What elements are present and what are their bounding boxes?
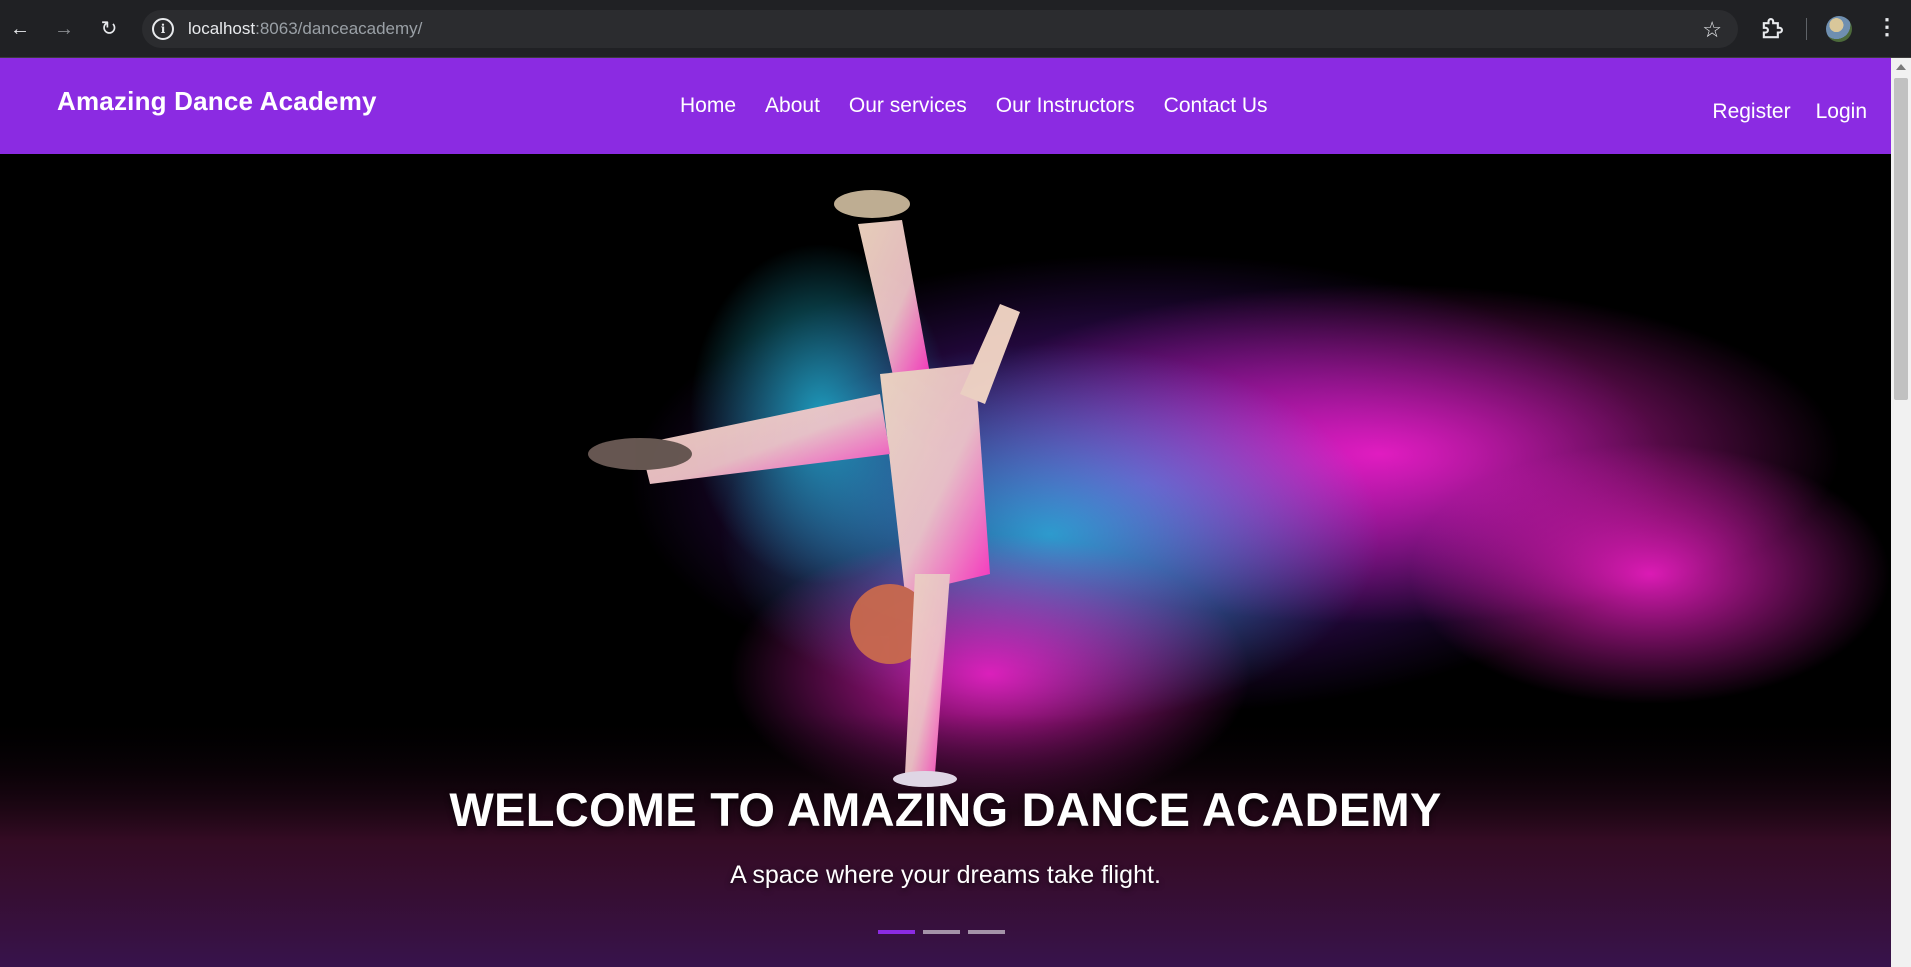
extensions-icon[interactable] bbox=[1758, 15, 1786, 43]
hero-carousel: WELCOME TO AMAZING DANCE ACADEMY A space… bbox=[0, 154, 1891, 967]
scroll-up-arrow-icon[interactable] bbox=[1896, 64, 1906, 70]
scrollbar-thumb[interactable] bbox=[1894, 78, 1908, 400]
auth-navigation: Register Login bbox=[1712, 100, 1867, 124]
register-link[interactable]: Register bbox=[1712, 100, 1790, 124]
nav-about-link[interactable]: About bbox=[765, 94, 820, 118]
url-path: :8063/danceacademy/ bbox=[255, 19, 423, 38]
bookmark-star-icon[interactable]: ☆ bbox=[1702, 17, 1722, 43]
brand-logo-text[interactable]: Amazing Dance Academy bbox=[57, 86, 377, 117]
hero-title: WELCOME TO AMAZING DANCE ACADEMY bbox=[449, 783, 1442, 836]
address-bar[interactable]: i localhost:8063/danceacademy/ ☆ bbox=[142, 10, 1738, 48]
page-scrollbar[interactable] bbox=[1891, 58, 1911, 967]
hero-dancer-image bbox=[0, 154, 1891, 967]
back-arrow-icon[interactable]: ← bbox=[4, 13, 36, 45]
nav-home-link[interactable]: Home bbox=[680, 94, 736, 118]
site-header: Amazing Dance Academy Home About Our ser… bbox=[0, 58, 1891, 154]
carousel-indicator-2[interactable] bbox=[923, 930, 960, 934]
carousel-indicator-1[interactable] bbox=[878, 930, 915, 934]
profile-avatar[interactable] bbox=[1826, 16, 1852, 42]
nav-services-link[interactable]: Our services bbox=[849, 94, 967, 118]
url-text[interactable]: localhost:8063/danceacademy/ bbox=[188, 19, 422, 39]
url-host: localhost bbox=[188, 19, 256, 38]
login-link[interactable]: Login bbox=[1816, 100, 1867, 124]
forward-arrow-icon[interactable]: → bbox=[48, 13, 80, 45]
main-navigation: Home About Our services Our Instructors … bbox=[680, 94, 1268, 118]
carousel-indicator-3[interactable] bbox=[968, 930, 1005, 934]
site-info-icon[interactable]: i bbox=[152, 18, 174, 40]
hero-subtitle: A space where your dreams take flight. bbox=[730, 861, 1161, 889]
nav-instructors-link[interactable]: Our Instructors bbox=[996, 94, 1135, 118]
carousel-indicators bbox=[878, 930, 1005, 934]
reload-icon[interactable]: ↻ bbox=[93, 13, 125, 45]
nav-contact-link[interactable]: Contact Us bbox=[1164, 94, 1268, 118]
toolbar-divider bbox=[1806, 18, 1807, 40]
browser-toolbar: ← → ↻ i localhost:8063/danceacademy/ ☆ ⋮ bbox=[0, 0, 1911, 58]
browser-menu-icon[interactable]: ⋮ bbox=[1876, 14, 1898, 40]
